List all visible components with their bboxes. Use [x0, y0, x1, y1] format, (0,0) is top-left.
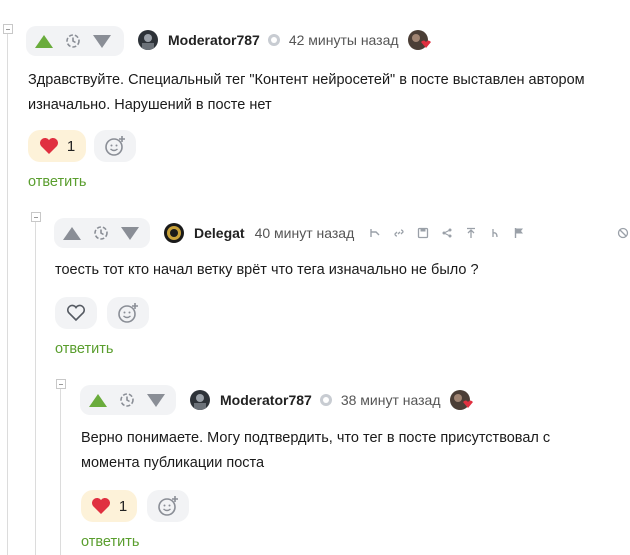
link-icon[interactable]: [390, 224, 408, 242]
reply-link-2[interactable]: ответить: [55, 341, 113, 357]
save-icon[interactable]: [414, 224, 432, 242]
upvote-icon[interactable]: [26, 34, 62, 48]
comment-time[interactable]: 40 минут назад: [255, 225, 355, 241]
vote-block-1: [26, 26, 124, 56]
collapse-toggle-1[interactable]: [3, 24, 13, 34]
comment-time[interactable]: 38 минут назад: [341, 392, 441, 408]
collapse-toggle-2[interactable]: [31, 212, 41, 222]
avatar[interactable]: [164, 223, 184, 243]
add-reaction-icon: [118, 303, 138, 323]
downvote-icon[interactable]: [84, 34, 120, 48]
reply-branch-icon[interactable]: [366, 224, 384, 242]
heart-icon: [39, 138, 58, 154]
heart-reaction-button[interactable]: [55, 297, 97, 329]
comment-text-2: тоесть тот кто начал ветку врёт что тега…: [55, 258, 625, 283]
pin-icon[interactable]: [462, 224, 480, 242]
hide-icon[interactable]: [617, 227, 629, 239]
thread-line-3: [60, 389, 61, 555]
author-name[interactable]: Moderator787: [168, 32, 260, 48]
comment-text-3: Верно понимаете. Могу подтвердить, что т…: [81, 426, 621, 476]
collapse-toggle-3[interactable]: [56, 379, 66, 389]
moderator-badge-icon: [267, 33, 281, 47]
comment-header-3: Moderator787 38 минут назад: [190, 389, 473, 411]
heart-icon: [66, 304, 86, 322]
heart-icon: [91, 498, 110, 514]
comment-line: момента публикации поста: [81, 455, 265, 471]
avatar[interactable]: [190, 390, 210, 410]
mention-icon[interactable]: [486, 224, 504, 242]
add-reaction-icon: [158, 496, 178, 516]
comment-line: изначально. Нарушений в посте нет: [28, 97, 272, 113]
reaction-count: 1: [118, 497, 128, 515]
comment-tools: [360, 224, 528, 242]
comment-header-2: Delegat 40 минут назад: [164, 222, 528, 244]
downvote-icon[interactable]: [138, 393, 174, 407]
comment-line: Здравствуйте. Специальный тег "Контент н…: [28, 72, 585, 88]
thread-line-2: [35, 222, 36, 555]
author-name[interactable]: Moderator787: [220, 392, 312, 408]
add-reaction-button[interactable]: [94, 130, 136, 162]
reaction-count: 1: [66, 137, 76, 155]
comment-line: Верно понимаете. Могу подтвердить, что т…: [81, 430, 551, 446]
reply-link-3[interactable]: ответить: [81, 534, 139, 550]
add-reaction-button[interactable]: [107, 297, 149, 329]
comment-time[interactable]: 42 минуты назад: [289, 32, 399, 48]
avatar[interactable]: [138, 30, 158, 50]
comment-text-1: Здравствуйте. Специальный тег "Контент н…: [28, 68, 628, 118]
heart-reaction-button[interactable]: 1: [81, 490, 137, 522]
vote-block-2: [54, 218, 150, 248]
clock-icon[interactable]: [116, 392, 138, 408]
comment-line: тоесть тот кто начал ветку врёт что тега…: [55, 262, 479, 278]
thread-line-1: [7, 34, 8, 555]
comment-header-1: Moderator787 42 минуты назад: [138, 29, 431, 51]
author-flair-icon: [407, 29, 431, 51]
reply-link-1[interactable]: ответить: [28, 174, 86, 190]
heart-reaction-button[interactable]: 1: [28, 130, 86, 162]
upvote-icon[interactable]: [80, 393, 116, 407]
downvote-icon[interactable]: [112, 226, 148, 240]
flag-icon[interactable]: [510, 224, 528, 242]
add-reaction-icon: [105, 136, 125, 156]
moderator-badge-icon: [319, 393, 333, 407]
author-name[interactable]: Delegat: [194, 225, 245, 241]
vote-block-3: [80, 385, 176, 415]
upvote-icon[interactable]: [54, 226, 90, 240]
share-icon[interactable]: [438, 224, 456, 242]
clock-icon[interactable]: [62, 33, 84, 49]
clock-icon[interactable]: [90, 225, 112, 241]
author-flair-icon: [449, 389, 473, 411]
add-reaction-button[interactable]: [147, 490, 189, 522]
